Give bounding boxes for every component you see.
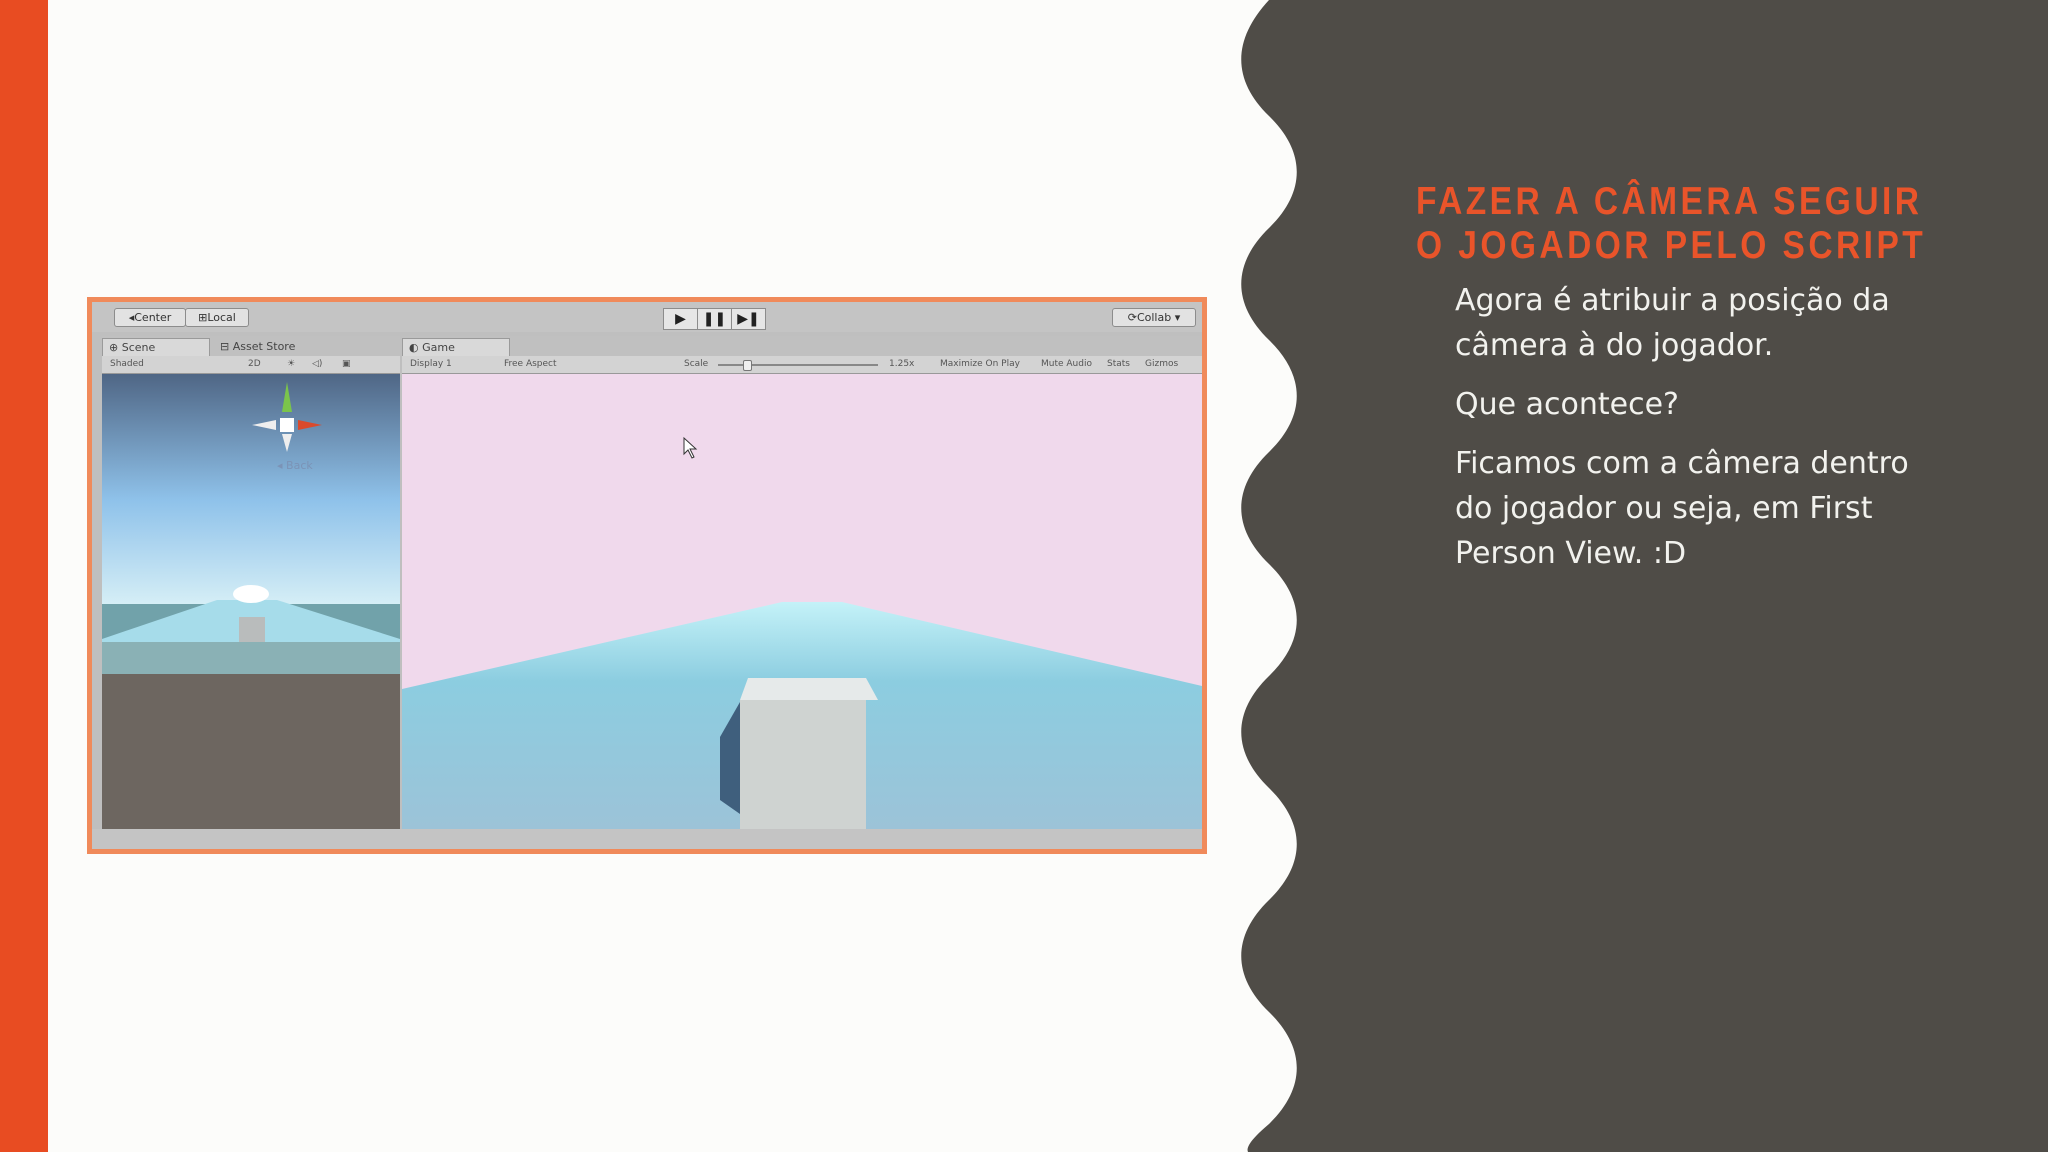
mode-2d-toggle[interactable]: 2D [248, 356, 261, 373]
scale-value: 1.25x [889, 359, 915, 369]
tab-scene[interactable]: ⊕ Scene [102, 338, 210, 357]
slide-title-line-1: FAZER A CÂMERA SEGUIR [1416, 180, 1923, 223]
display-select[interactable]: Display 1 [410, 356, 452, 373]
scene-subbar: Shaded 2D ☀ ◁) ▣ [102, 356, 400, 374]
center-label: Center [134, 311, 172, 324]
mute-audio-toggle[interactable]: Mute Audio [1041, 356, 1092, 373]
slide-title: FAZER A CÂMERA SEGUIR O JOGADOR PELO SCR… [1416, 180, 1927, 268]
gizmo-back-label: Back [286, 459, 313, 472]
slide-title-line-2: O JOGADOR PELO SCRIPT [1416, 224, 1927, 267]
tab-game-label: Game [422, 341, 455, 354]
scene-tabbar: ⊕ Scene ⊟ Asset Store [102, 336, 400, 357]
local-icon: ⊞ [198, 311, 208, 324]
pivot-center-button[interactable]: ◂Center [114, 308, 186, 327]
scene-panel: ⊕ Scene ⊟ Asset Store Shaded 2D ☀ ◁) ▣ ◂… [102, 336, 400, 829]
editor-statusbar [92, 829, 1202, 849]
unity-screenshot: ◂Center ⊞Local ▶ ❚❚ ▶❚ ⟳Collab ▾ ⊕ Scene… [87, 297, 1207, 854]
step-icon: ▶❚ [737, 311, 760, 327]
slide-body: Agora é atribuir a posição da câmera à d… [1455, 278, 1915, 590]
pivot-local-button[interactable]: ⊞Local [185, 308, 249, 327]
scene-grid-area [102, 674, 400, 829]
scale-label: Scale [684, 359, 709, 369]
effects-icon[interactable]: ▣ [342, 356, 351, 373]
game-panel: ◐ Game Display 1 Free Aspect Scale 1.25x… [402, 336, 1202, 829]
maximize-on-play-toggle[interactable]: Maximize On Play [940, 356, 1020, 373]
shading-mode-select[interactable]: Shaded [110, 356, 144, 373]
scale-slider-thumb[interactable] [742, 360, 752, 371]
tab-game[interactable]: ◐ Game [402, 338, 510, 357]
game-view[interactable] [402, 374, 1202, 829]
collab-icon: ⟳ [1127, 311, 1137, 324]
paragraph-3: Ficamos com a câmera dentro do jogador o… [1455, 446, 1909, 571]
collab-button[interactable]: ⟳Collab ▾ [1112, 308, 1196, 327]
paragraph-2: Que acontece? [1455, 387, 1679, 422]
play-button[interactable]: ▶ [663, 308, 698, 330]
tab-scene-label: Scene [121, 341, 156, 354]
gizmos-toggle[interactable]: Gizmos [1145, 356, 1178, 373]
game-tabbar: ◐ Game [402, 336, 1202, 357]
pause-icon: ❚❚ [702, 311, 727, 327]
svg-text:◂ Back: ◂ Back [277, 459, 313, 472]
mouse-cursor-icon [683, 436, 698, 459]
step-button[interactable]: ▶❚ [731, 308, 766, 330]
lighting-icon[interactable]: ☀ [287, 356, 295, 373]
game-subbar: Display 1 Free Aspect Scale 1.25x Maximi… [402, 356, 1202, 374]
unity-toolbar: ◂Center ⊞Local ▶ ❚❚ ▶❚ ⟳Collab ▾ [92, 302, 1202, 332]
tab-asset-store-label: Asset Store [232, 340, 296, 353]
game-viewport-graphic [402, 436, 1202, 829]
aspect-select[interactable]: Free Aspect [504, 356, 557, 373]
scene-viewport-graphic: ◂ Back [102, 374, 400, 674]
play-icon: ▶ [675, 311, 686, 327]
paragraph-1: Agora é atribuir a posição da câmera à d… [1455, 283, 1890, 363]
accent-stripe [0, 0, 48, 1152]
scene-view[interactable]: ◂ Back [102, 374, 400, 674]
audio-icon[interactable]: ◁) [312, 356, 322, 373]
local-label: Local [207, 311, 236, 324]
collab-label: Collab [1136, 311, 1172, 324]
tab-asset-store[interactable]: ⊟ Asset Store [214, 338, 340, 356]
stats-toggle[interactable]: Stats [1107, 356, 1130, 373]
pause-button[interactable]: ❚❚ [697, 308, 732, 330]
unity-editor: ◂Center ⊞Local ▶ ❚❚ ▶❚ ⟳Collab ▾ ⊕ Scene… [92, 302, 1202, 849]
